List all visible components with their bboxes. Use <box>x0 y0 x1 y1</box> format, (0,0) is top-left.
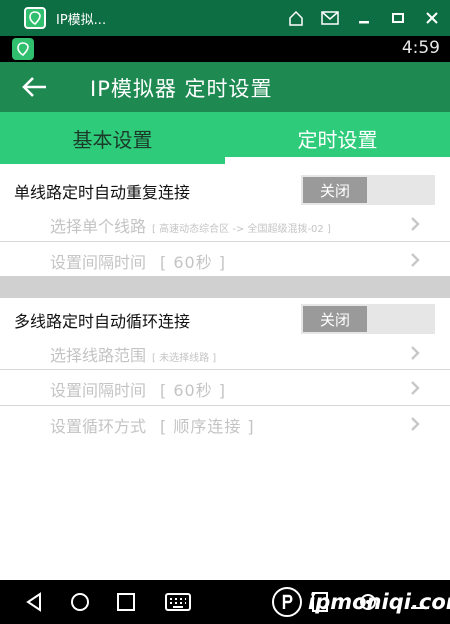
select-single-line-label: 选择单个线路 <box>50 217 147 236</box>
keyboard-icon[interactable] <box>164 590 192 614</box>
single-line-section-header: 单线路定时自动重复连接 关闭 <box>0 175 450 205</box>
select-line-range-label: 选择线路范围 <box>50 346 147 365</box>
tab-indicator <box>225 157 450 164</box>
single-line-toggle[interactable]: 关闭 <box>301 175 435 205</box>
chevron-right-icon <box>411 253 420 267</box>
loop-mode-row[interactable]: 设置循环方式 [ 顺序连接 ] <box>0 406 450 441</box>
chevron-right-icon <box>411 346 420 360</box>
mail-icon[interactable] <box>320 8 340 28</box>
loop-mode-value: [ 顺序连接 ] <box>160 417 255 436</box>
multi-interval-row[interactable]: 设置间隔时间 [ 60秒 ] <box>0 370 450 405</box>
tab-basic-settings[interactable]: 基本设置 <box>0 112 225 164</box>
single-interval-row[interactable]: 设置间隔时间 [ 60秒 ] <box>0 242 450 277</box>
status-time: 4:59 <box>401 38 440 58</box>
multi-interval-value: [ 60秒 ] <box>160 381 227 400</box>
single-interval-value: [ 60秒 ] <box>160 253 227 272</box>
back-arrow-icon[interactable] <box>22 74 48 100</box>
multi-interval-label: 设置间隔时间 <box>50 381 147 400</box>
home-icon[interactable] <box>286 8 306 28</box>
screen: IP模拟... 4:59 IP模拟器 定时设置 基本设置 定时设置 单线路定时自… <box>0 0 450 624</box>
app-logo-icon <box>24 7 46 29</box>
multi-line-title: 多线路定时自动循环连接 <box>14 312 191 331</box>
recents-icon[interactable] <box>114 590 138 614</box>
watermark-logo-icon <box>272 587 302 617</box>
section-separator <box>0 276 450 298</box>
minimize-icon[interactable] <box>354 8 374 28</box>
maximize-icon[interactable] <box>388 8 408 28</box>
select-single-line-row[interactable]: 选择单个线路 [ 高速动态综合区 -> 全国超级混拨-02 ] <box>0 206 450 241</box>
watermark: ipmoniqi.com <box>272 584 450 620</box>
single-line-title: 单线路定时自动重复连接 <box>14 183 191 202</box>
single-line-toggle-label: 关闭 <box>303 177 367 203</box>
back-icon[interactable] <box>22 590 46 614</box>
tab-bar: 基本设置 定时设置 <box>0 112 450 164</box>
loop-mode-label: 设置循环方式 <box>50 417 147 436</box>
multi-line-section-header: 多线路定时自动循环连接 关闭 <box>0 304 450 334</box>
window-title-bar: IP模拟... <box>0 0 450 36</box>
line-range-detail: [ 未选择线路 ] <box>152 353 217 364</box>
single-interval-label: 设置间隔时间 <box>50 253 147 272</box>
chevron-right-icon <box>411 417 420 431</box>
watermark-text: ipmoniqi.com <box>308 590 450 614</box>
selected-line-detail: [ 高速动态综合区 -> 全国超级混拨-02 ] <box>152 224 331 235</box>
app-notification-icon <box>12 38 34 60</box>
multi-line-toggle-label: 关闭 <box>303 306 367 332</box>
chevron-right-icon <box>411 217 420 231</box>
select-line-range-row[interactable]: 选择线路范围 [ 未选择线路 ] <box>0 335 450 370</box>
home-circle-icon[interactable] <box>68 590 92 614</box>
page-title: IP模拟器 定时设置 <box>90 77 273 101</box>
chevron-right-icon <box>411 381 420 395</box>
close-icon[interactable] <box>422 8 442 28</box>
window-title: IP模拟... <box>56 12 107 28</box>
multi-line-toggle[interactable]: 关闭 <box>301 304 435 334</box>
action-bar: IP模拟器 定时设置 <box>0 62 450 112</box>
status-bar: 4:59 <box>0 36 450 62</box>
